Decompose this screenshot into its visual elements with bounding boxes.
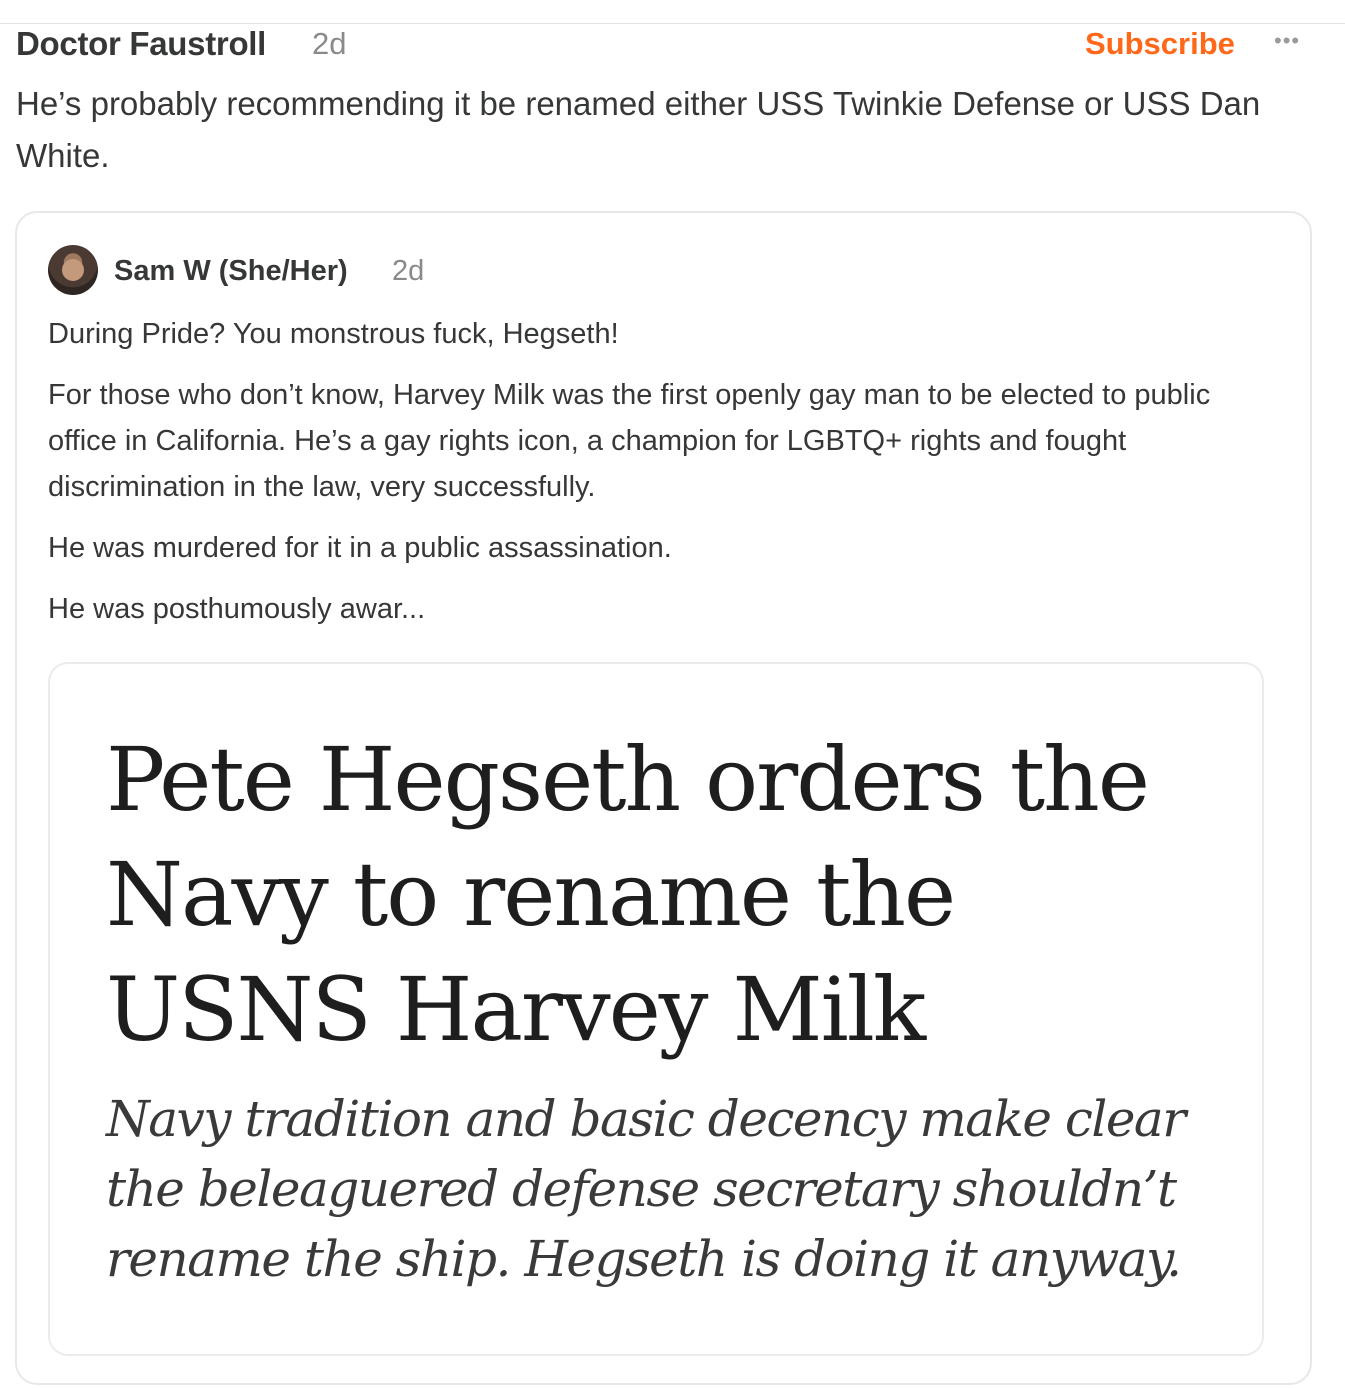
quoted-author-name[interactable]: Sam W (She/Her)	[114, 251, 348, 291]
quoted-paragraph: For those who don’t know, Harvey Milk wa…	[48, 379, 1211, 503]
quoted-note-card[interactable]: Sam W (She/Her) 2d During Pride? You mon…	[15, 211, 1312, 1385]
quoted-note-text: During Pride? You monstrous fuck, Hegset…	[48, 311, 1283, 647]
quoted-paragraph: During Pride? You monstrous fuck, Hegset…	[48, 318, 619, 350]
quoted-paragraph-truncated: He was posthumously awar...	[48, 593, 426, 625]
article-headline: Pete Hegseth orders the Navy to rename t…	[106, 728, 1150, 1061]
comment-header: Doctor Faustroll 2d Subscribe •••	[16, 24, 1336, 64]
comment-author-name[interactable]: Doctor Faustroll	[16, 24, 266, 64]
avatar[interactable]	[48, 245, 98, 295]
quoted-paragraph: He was murdered for it in a public assas…	[48, 532, 672, 564]
article-screenshot-image[interactable]: Pete Hegseth orders the Navy to rename t…	[48, 662, 1264, 1356]
subscribe-button[interactable]: Subscribe	[1085, 24, 1235, 64]
comment-body: He’s probably recommending it be renamed…	[16, 85, 1261, 174]
article-subheadline: Navy tradition and basic decency make cl…	[106, 1090, 1186, 1288]
more-options-icon[interactable]: •••	[1274, 24, 1300, 58]
quoted-timestamp[interactable]: 2d	[392, 251, 424, 291]
comment-timestamp[interactable]: 2d	[312, 24, 346, 64]
